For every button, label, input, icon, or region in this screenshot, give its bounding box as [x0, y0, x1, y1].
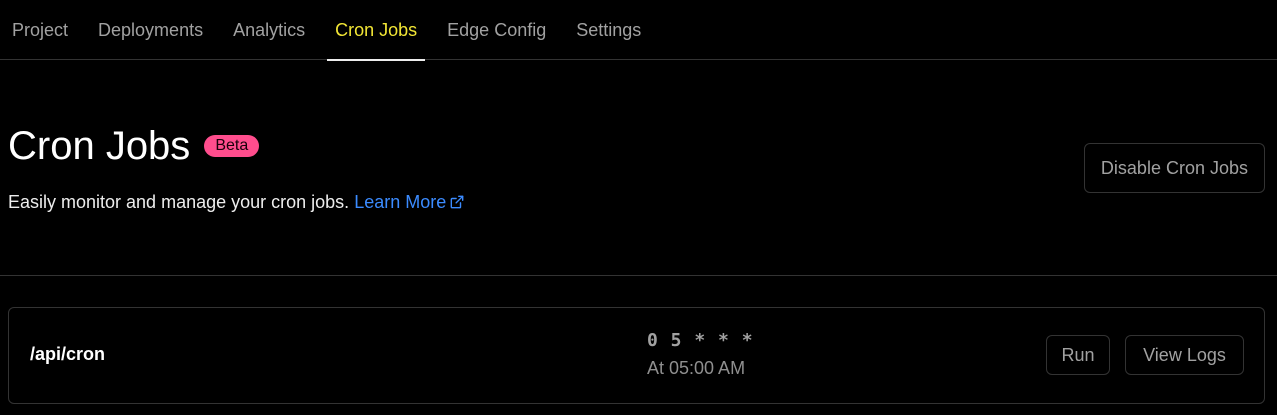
run-button[interactable]: Run [1046, 335, 1110, 375]
cron-schedule: 0 5 * * * At 05:00 AM [647, 330, 754, 379]
tab-deployments[interactable]: Deployments [86, 0, 215, 60]
external-link-icon [450, 193, 464, 214]
tab-analytics[interactable]: Analytics [221, 0, 317, 60]
title-row: Cron Jobs Beta [8, 123, 260, 169]
tab-project[interactable]: Project [0, 0, 80, 60]
cron-description: At 05:00 AM [647, 358, 746, 378]
page-subtitle: Easily monitor and manage your cron jobs… [8, 192, 464, 214]
learn-more-label: Learn More [354, 192, 447, 212]
cron-expression: 0 5 * * * [647, 330, 754, 351]
subtitle-text: Easily monitor and manage your cron jobs… [8, 192, 350, 212]
disable-cron-jobs-button[interactable]: Disable Cron Jobs [1083, 143, 1265, 193]
tab-bar: Project Deployments Analytics Cron Jobs … [0, 0, 1277, 61]
tab-cron-jobs[interactable]: Cron Jobs [323, 0, 429, 61]
beta-badge: Beta [204, 135, 260, 157]
cron-job-card: /api/cron 0 5 * * * At 05:00 AM Run View… [8, 307, 1265, 404]
tab-settings[interactable]: Settings [564, 0, 653, 60]
cron-job-path: /api/cron [30, 344, 106, 364]
page-title: Cron Jobs [8, 124, 191, 168]
tab-edge-config[interactable]: Edge Config [435, 0, 558, 60]
page-header: Cron Jobs Beta Easily monitor and manage… [0, 61, 1277, 276]
learn-more-link[interactable]: Learn More [354, 192, 464, 212]
view-logs-button[interactable]: View Logs [1125, 335, 1244, 375]
tab-list: Project Deployments Analytics Cron Jobs … [0, 0, 1277, 61]
